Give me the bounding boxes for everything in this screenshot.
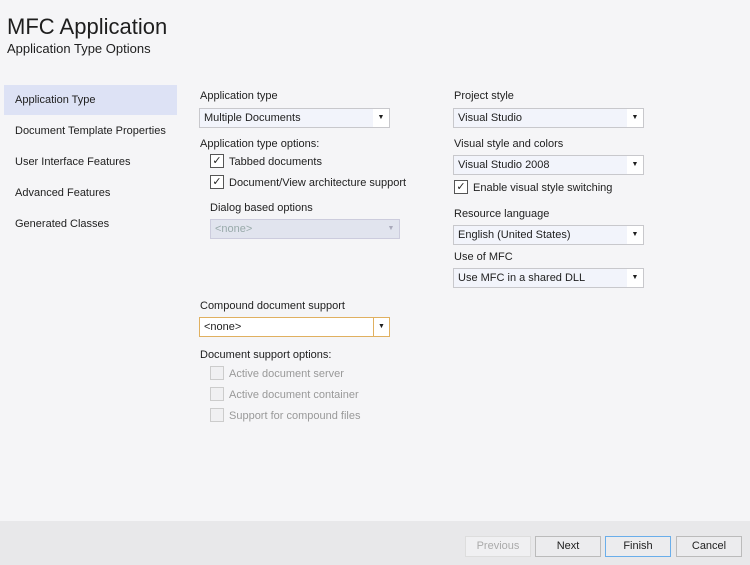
project-style-select[interactable]: Visual Studio ▼: [453, 108, 644, 128]
project-style-value: Visual Studio: [458, 112, 523, 124]
doc-support-label: Document support options:: [200, 349, 332, 361]
dialog-options-label: Dialog based options: [210, 202, 313, 214]
docview-label: Document/View architecture support: [229, 177, 407, 189]
chevron-down-icon: ▼: [627, 269, 643, 287]
dialog-options-value: <none>: [215, 223, 253, 235]
active-doc-server-checkbox: [210, 366, 224, 380]
chevron-down-icon: ▼: [627, 226, 643, 244]
nav-advanced-features[interactable]: Advanced Features: [4, 178, 177, 208]
nav-generated-classes[interactable]: Generated Classes: [4, 209, 177, 239]
active-doc-container-label: Active document container: [229, 389, 359, 401]
resource-language-value: English (United States): [458, 229, 571, 241]
dialog-options-select: <none> ▼: [210, 219, 400, 239]
visual-style-switching-label: Enable visual style switching: [473, 182, 613, 194]
compound-select[interactable]: <none> ▼: [199, 317, 390, 337]
next-button[interactable]: Next: [535, 536, 601, 557]
compound-value: <none>: [204, 321, 242, 333]
page-title: MFC Application: [7, 14, 168, 39]
visual-style-switching-checkbox[interactable]: ✓: [454, 180, 468, 194]
docview-checkbox[interactable]: ✓: [210, 175, 224, 189]
mfc-use-value: Use MFC in a shared DLL: [458, 272, 586, 284]
mfc-use-select[interactable]: Use MFC in a shared DLL ▼: [453, 268, 644, 288]
visual-style-value: Visual Studio 2008: [458, 159, 550, 171]
nav-document-template-properties[interactable]: Document Template Properties: [4, 116, 177, 146]
active-doc-container-checkbox: [210, 387, 224, 401]
cancel-button[interactable]: Cancel: [676, 536, 742, 557]
app-type-options-label: Application type options:: [200, 138, 320, 150]
mfc-use-label: Use of MFC: [454, 251, 513, 263]
finish-button[interactable]: Finish: [605, 536, 671, 557]
compound-files-checkbox: [210, 408, 224, 422]
chevron-down-icon: ▼: [627, 156, 643, 174]
chevron-down-icon: ▼: [383, 220, 399, 238]
visual-style-label: Visual style and colors: [454, 138, 564, 150]
app-type-label: Application type: [200, 90, 278, 102]
resource-language-label: Resource language: [454, 208, 550, 220]
compound-files-label: Support for compound files: [229, 410, 361, 422]
page-subtitle: Application Type Options: [7, 41, 151, 56]
tabbed-documents-label: Tabbed documents: [229, 156, 322, 168]
resource-language-select[interactable]: English (United States) ▼: [453, 225, 644, 245]
nav-application-type[interactable]: Application Type: [4, 85, 177, 115]
compound-label: Compound document support: [200, 300, 345, 312]
previous-button[interactable]: Previous: [465, 536, 531, 557]
app-type-select[interactable]: Multiple Documents ▼: [199, 108, 390, 128]
visual-style-select[interactable]: Visual Studio 2008 ▼: [453, 155, 644, 175]
nav-user-interface-features[interactable]: User Interface Features: [4, 147, 177, 177]
chevron-down-icon: ▼: [627, 109, 643, 127]
active-doc-server-label: Active document server: [229, 368, 344, 380]
app-type-value: Multiple Documents: [204, 112, 301, 124]
chevron-down-icon: ▼: [373, 109, 389, 127]
chevron-down-icon: ▼: [373, 318, 389, 336]
tabbed-documents-checkbox[interactable]: ✓: [210, 154, 224, 168]
project-style-label: Project style: [454, 90, 514, 102]
